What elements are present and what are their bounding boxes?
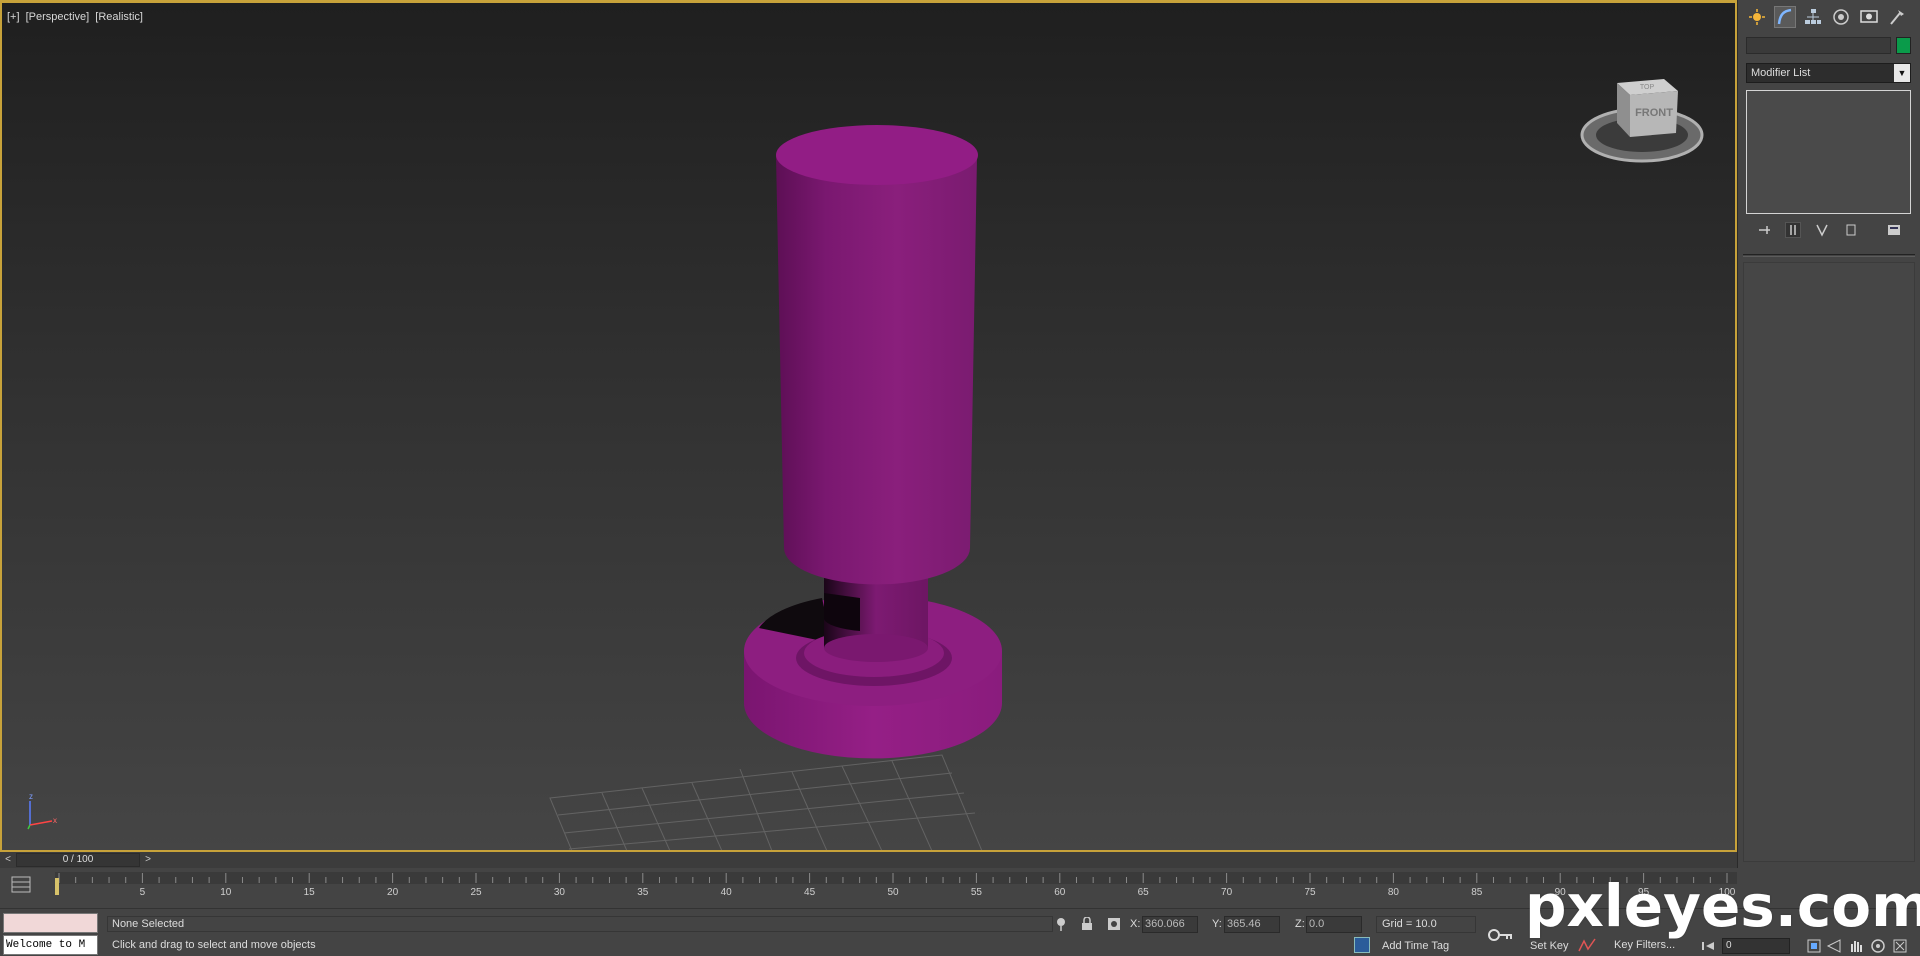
chevron-down-icon[interactable]: ▼: [1894, 64, 1910, 82]
ruler-tick-label: 45: [804, 887, 816, 898]
show-end-result-icon[interactable]: [1785, 222, 1801, 238]
prompt-line: Click and drag to select and move object…: [112, 939, 316, 951]
make-unique-icon[interactable]: [1814, 222, 1830, 238]
x-coordinate-field[interactable]: 360.066: [1142, 916, 1198, 933]
maxscript-listener-macro[interactable]: [3, 913, 98, 933]
ruler-tick-label: 65: [1138, 887, 1150, 898]
main-cylinder: [776, 125, 978, 585]
go-to-start-icon[interactable]: [1700, 938, 1716, 954]
configure-modifier-sets-icon[interactable]: [1886, 222, 1902, 238]
ruler-tick-label: 20: [387, 887, 399, 898]
modifier-stack-tools: [1746, 222, 1911, 238]
viewcube: FRONT TOP: [1580, 79, 1704, 163]
ruler-tick-label: 50: [887, 887, 899, 898]
add-time-tag-button[interactable]: Add Time Tag: [1382, 940, 1449, 952]
axis-tripod-icon: z x: [27, 792, 57, 830]
time-tag-icon[interactable]: [1354, 937, 1370, 953]
y-coordinate-field[interactable]: 365.46: [1224, 916, 1280, 933]
z-label: Z:: [1295, 918, 1305, 930]
rollout-area: [1743, 262, 1915, 862]
utilities-icon[interactable]: [1886, 6, 1908, 28]
set-key-button[interactable]: Set Key: [1530, 940, 1569, 952]
ruler-tick-label: 80: [1388, 887, 1400, 898]
track-ruler[interactable]: 5 10 15 20 25 30 35 40 45 50 55 60 65 70 75 80 85 90 95 100: [55, 868, 1737, 898]
scene-render: FRONT TOP z x: [27, 79, 1704, 850]
ruler-tick-label: 85: [1471, 887, 1483, 898]
pin-stack-icon[interactable]: [1756, 222, 1772, 238]
field-of-view-icon[interactable]: [1826, 938, 1842, 954]
command-panel-tabs: [1746, 6, 1908, 28]
isolate-selection-icon[interactable]: [1053, 916, 1069, 932]
modifier-list-dropdown[interactable]: Modifier List ▼: [1746, 63, 1911, 83]
ruler-tick-label: 5: [140, 887, 146, 898]
maxscript-listener-input[interactable]: Welcome to M: [3, 935, 98, 955]
perspective-viewport[interactable]: [+] [Perspective] [Realistic] FRONT TOP …: [0, 0, 1737, 852]
curve-editor-icon[interactable]: [10, 874, 32, 896]
modify-icon[interactable]: [1774, 6, 1796, 28]
object-color-swatch[interactable]: [1896, 37, 1911, 54]
ruler-track: [55, 872, 1737, 884]
hierarchy-icon[interactable]: [1802, 6, 1824, 28]
viewcube-top-label: TOP: [1640, 84, 1655, 91]
modifier-list-label: Modifier List: [1751, 67, 1811, 79]
neck-cylinder: [824, 578, 928, 662]
modifier-stack[interactable]: [1746, 90, 1911, 214]
grid-size: Grid = 10.0: [1376, 916, 1476, 933]
orbit-icon[interactable]: [1870, 938, 1886, 954]
time-slider[interactable]: < 0 / 100 >: [0, 852, 1737, 868]
ruler-tick-label: 60: [1054, 887, 1066, 898]
zoom-extents-icon[interactable]: [1806, 938, 1822, 954]
key-filters-button[interactable]: Key Filters...: [1614, 939, 1675, 951]
svg-text:x: x: [53, 816, 57, 825]
watermark-text: pxleyes.com: [1525, 872, 1920, 940]
pan-view-icon[interactable]: [1848, 938, 1864, 954]
create-icon[interactable]: [1746, 6, 1768, 28]
ruler-tick-label: 15: [304, 887, 316, 898]
command-panel: Modifier List ▼: [1737, 0, 1920, 908]
set-key-mode-icon[interactable]: [1488, 925, 1514, 945]
remove-modifier-icon[interactable]: [1843, 222, 1859, 238]
ruler-tick-label: 10: [220, 887, 232, 898]
current-frame-field[interactable]: 0: [1722, 938, 1790, 954]
ruler-tick-label: 35: [637, 887, 649, 898]
y-label: Y:: [1212, 918, 1222, 930]
selection-info: None Selected: [107, 916, 1053, 932]
ground-grid: [549, 754, 983, 850]
svg-text:z: z: [29, 792, 33, 801]
x-label: X:: [1130, 918, 1141, 930]
absolute-mode-icon[interactable]: [1106, 916, 1122, 932]
current-frame-marker[interactable]: [55, 878, 59, 895]
lock-selection-icon[interactable]: [1079, 916, 1095, 932]
ruler-tick-label: 30: [554, 887, 566, 898]
ruler-tick-label: 25: [470, 887, 482, 898]
object-name-field[interactable]: [1746, 37, 1891, 54]
ruler-tick-label: 55: [971, 887, 983, 898]
maximize-viewport-icon[interactable]: [1892, 938, 1908, 954]
viewcube-front-label: FRONT: [1635, 107, 1673, 119]
ruler-tick-label: 70: [1221, 887, 1233, 898]
ruler-tick-label: 75: [1304, 887, 1316, 898]
time-slider-thumb[interactable]: 0 / 100: [16, 853, 140, 867]
panel-divider: [1743, 254, 1915, 257]
z-coordinate-field[interactable]: 0.0: [1306, 916, 1362, 933]
time-slider-prev[interactable]: <: [0, 852, 16, 868]
ruler-tick-label: 40: [721, 887, 733, 898]
time-slider-next[interactable]: >: [140, 852, 156, 868]
motion-icon[interactable]: [1830, 6, 1852, 28]
display-icon[interactable]: [1858, 6, 1880, 28]
